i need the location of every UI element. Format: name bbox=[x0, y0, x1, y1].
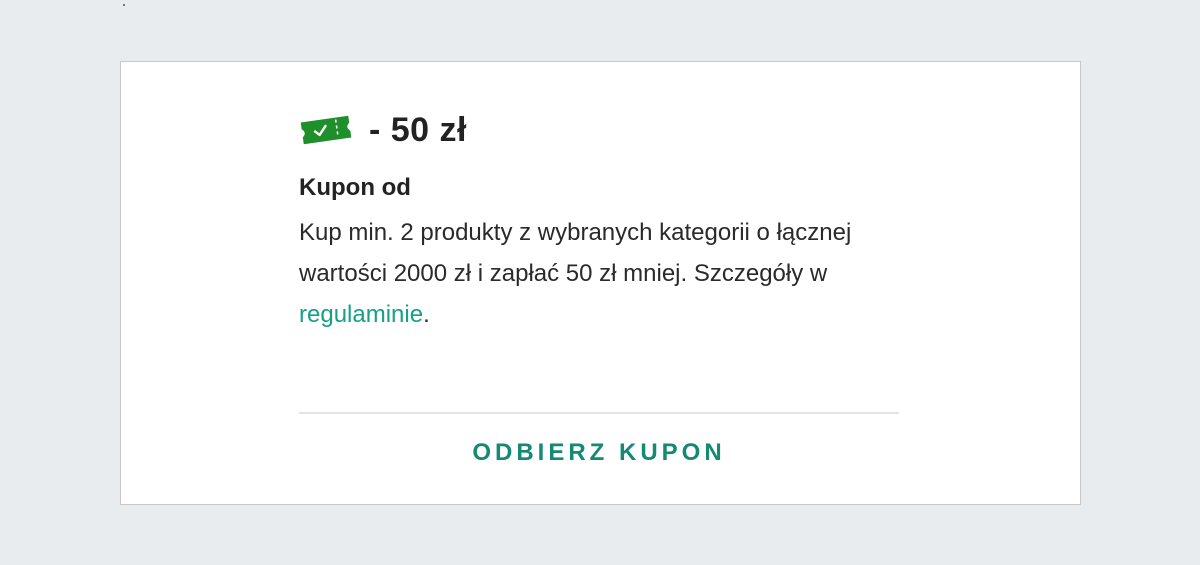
stray-dot bbox=[123, 4, 125, 6]
coupon-header: - 50 zł bbox=[299, 110, 467, 150]
divider bbox=[299, 412, 899, 414]
claim-coupon-button[interactable]: ODBIERZ KUPON bbox=[299, 427, 899, 479]
coupon-card: - 50 zł Kupon od Kup min. 2 produkty z w… bbox=[120, 61, 1081, 505]
ticket-check-icon bbox=[300, 115, 352, 145]
description-end: . bbox=[423, 301, 430, 328]
coupon-title: Kupon od bbox=[299, 174, 411, 201]
coupon-description-text: Kup min. 2 produkty z wybranych kategori… bbox=[299, 219, 852, 287]
coupon-description: Kup min. 2 produkty z wybranych kategori… bbox=[299, 212, 899, 335]
coupon-amount: - 50 zł bbox=[369, 110, 467, 149]
terms-link[interactable]: regulaminie bbox=[299, 301, 423, 328]
